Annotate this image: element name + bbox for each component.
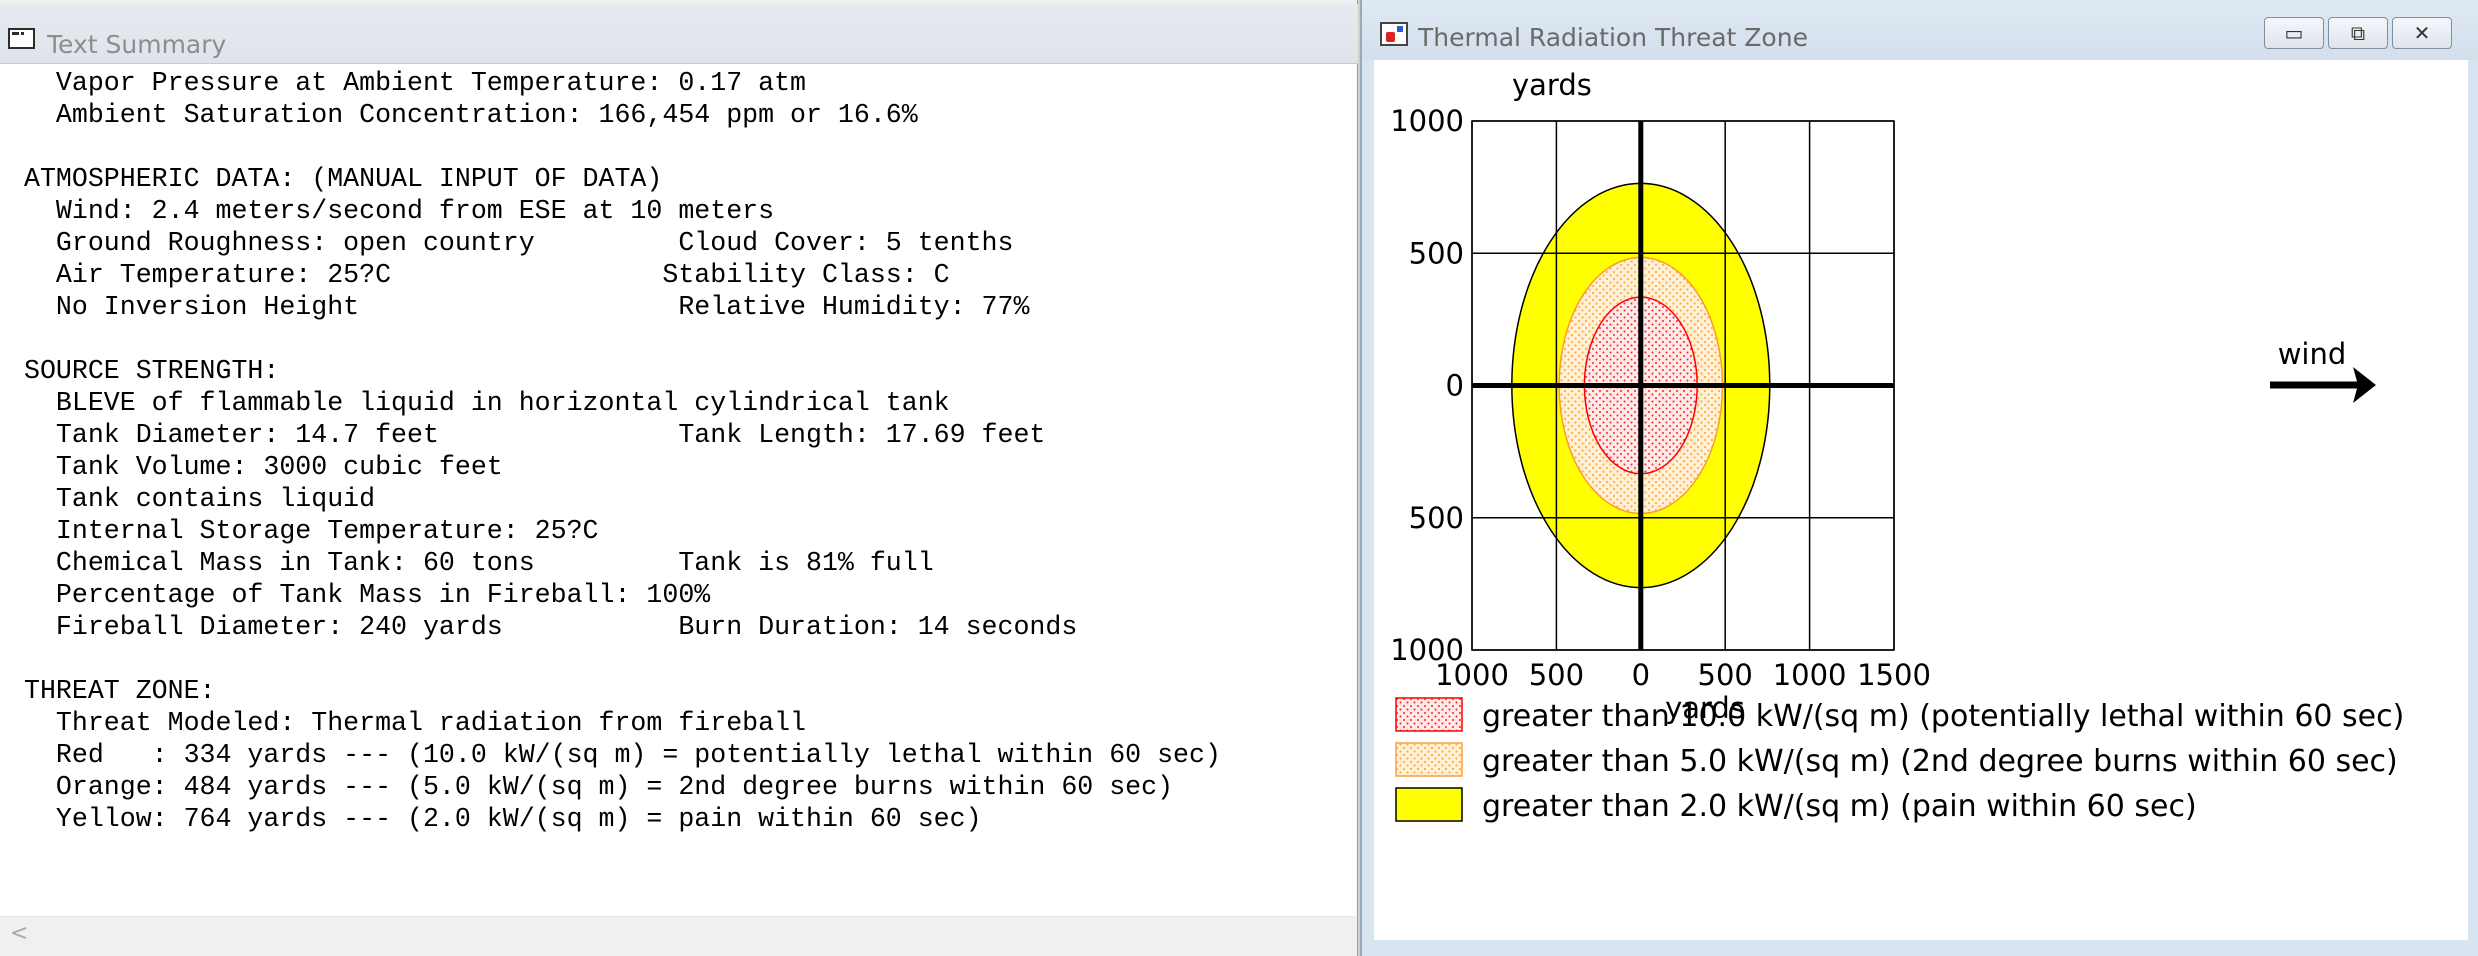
summary-line [24, 131, 1221, 163]
minimize-button[interactable]: ▭ [2264, 17, 2324, 49]
summary-line: Chemical Mass in Tank: 60 tons Tank is 8… [24, 548, 934, 578]
x-axis-label: yards [1665, 691, 1745, 725]
summary-line: Ambient Saturation Concentration: 166,45… [24, 100, 918, 130]
summary-line: Wind: 2.4 meters/second from ESE at 10 m… [24, 196, 775, 226]
y-tick-label: 0 [1446, 369, 1464, 403]
summary-line: Red : 334 yards --- (10.0 kW/(sq m) = po… [24, 740, 1221, 770]
y-tick-label: 1000 [1390, 633, 1464, 667]
x-tick-label: 1000 [1773, 658, 1847, 692]
legend-swatch [1395, 742, 1463, 777]
summary-line: Yellow: 764 yards --- (2.0 kW/(sq m) = p… [24, 804, 982, 834]
summary-line: No Inversion Height Relative Humidity: 7… [24, 292, 1030, 322]
summary-line: ATMOSPHERIC DATA: (MANUAL INPUT OF DATA) [24, 164, 663, 194]
summary-line: Threat Modeled: Thermal radiation from f… [24, 708, 806, 738]
summary-line: Ground Roughness: open country Cloud Cov… [24, 228, 1014, 258]
x-tick-label: 500 [1529, 658, 1584, 692]
legend-swatch [1395, 787, 1463, 822]
x-tick-label: 1500 [1857, 658, 1931, 692]
y-tick-label: 1000 [1390, 104, 1464, 138]
horizontal-scrollbar[interactable]: < [0, 916, 1356, 956]
threat-zone-titlebar[interactable]: Thermal Radiation Threat Zone ▭ ⧉ ✕ [1362, 0, 2478, 60]
summary-line: BLEVE of flammable liquid in horizontal … [24, 388, 950, 418]
wind-arrow [2270, 367, 2376, 403]
summary-line: Internal Storage Temperature: 25?C [24, 516, 599, 546]
summary-line: THREAT ZONE: [24, 676, 216, 706]
scroll-left-icon[interactable]: < [10, 921, 28, 946]
text-summary-window: Text Summary Vapor Pressure at Ambient T… [0, 0, 1358, 956]
y-tick-label: 500 [1409, 236, 1464, 270]
x-tick-label: 0 [1632, 658, 1650, 692]
summary-line: Tank contains liquid [24, 484, 376, 514]
legend-label: greater than 10.0 kW/(sq m) (potentially… [1482, 699, 2404, 734]
y-tick-label: 500 [1409, 501, 1464, 535]
summary-line [24, 323, 1221, 355]
legend-label: greater than 2.0 kW/(sq m) (pain within … [1482, 789, 2197, 824]
threat-zone-chart: 1000 500 0 500 1000 1500100050005001000 great… [1390, 68, 2404, 824]
threat-zone-window: Thermal Radiation Threat Zone ▭ ⧉ ✕ 1000… [1360, 0, 2478, 956]
threat-zone-plot-area: 1000 500 0 500 1000 1500 1000 500 0 500 1000 great… [1374, 60, 2468, 940]
app-window-icon[interactable] [8, 28, 35, 49]
summary-line: Orange: 484 yards --- (5.0 kW/(sq m) = 2… [24, 772, 1174, 802]
wind-label: wind [2278, 337, 2347, 371]
text-summary-lines: Vapor Pressure at Ambient Temperature: 0… [24, 67, 1221, 835]
threat-zone-title: Thermal Radiation Threat Zone [1418, 23, 1808, 52]
summary-line: Vapor Pressure at Ambient Temperature: 0… [24, 68, 806, 98]
legend-label: greater than 5.0 kW/(sq m) (2nd degree b… [1482, 744, 2398, 779]
legend-swatch [1395, 697, 1463, 732]
text-summary-title: Text Summary [47, 30, 227, 59]
text-summary-titlebar[interactable]: Text Summary [0, 4, 1358, 64]
close-button[interactable]: ✕ [2392, 17, 2452, 49]
summary-line: Fireball Diameter: 240 yards Burn Durati… [24, 612, 1078, 642]
summary-line: Percentage of Tank Mass in Fireball: 100… [24, 580, 711, 610]
summary-line: SOURCE STRENGTH: [24, 356, 280, 386]
summary-line: Tank Volume: 3000 cubic feet [24, 452, 503, 482]
chart-app-icon[interactable] [1380, 22, 1408, 46]
summary-line: Tank Diameter: 14.7 feet Tank Length: 17… [24, 420, 1046, 450]
maximize-button[interactable]: ⧉ [2328, 17, 2388, 49]
summary-line [24, 643, 1221, 675]
x-tick-label: 500 [1698, 658, 1753, 692]
text-summary-content: Vapor Pressure at Ambient Temperature: 0… [0, 64, 1356, 916]
summary-line: Air Temperature: 25?C Stability Class: C [24, 260, 950, 290]
y-axis-label: yards [1512, 68, 1592, 102]
